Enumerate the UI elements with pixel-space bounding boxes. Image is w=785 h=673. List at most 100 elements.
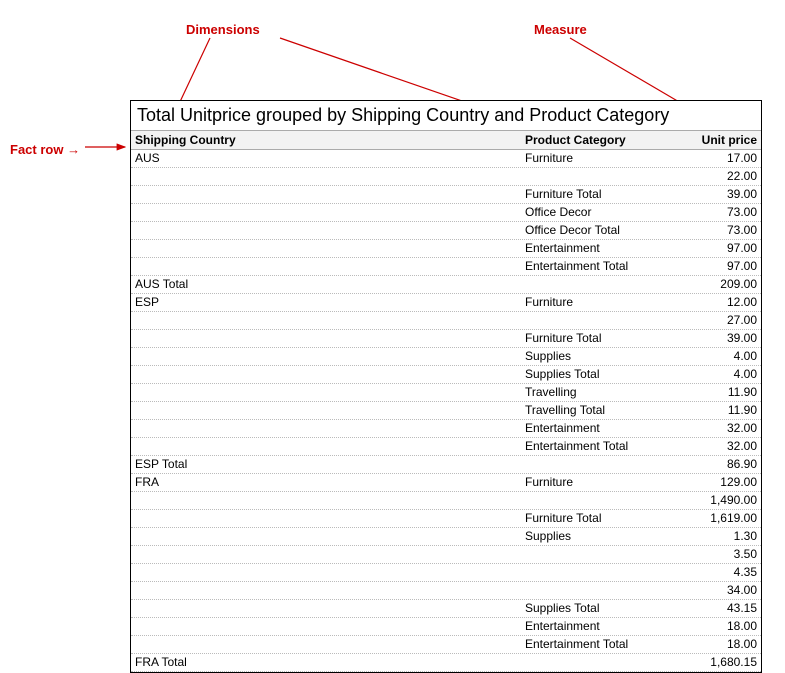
table-row: Travelling Total11.90 [131,402,761,420]
cell-price: 129.00 [671,474,761,491]
cell-country: FRA Total [131,654,521,671]
table-row: 3.50 [131,546,761,564]
cell-price: 209.00 [671,276,761,293]
cell-category: Office Decor [521,204,671,221]
header-unit-price: Unit price [671,131,761,149]
cell-price: 18.00 [671,618,761,635]
cell-country [131,204,521,221]
cell-country: ESP Total [131,456,521,473]
cell-country [131,546,521,563]
cell-price: 1,619.00 [671,510,761,527]
cell-country [131,330,521,347]
cell-category: Office Decor Total [521,222,671,239]
cell-country: AUS Total [131,276,521,293]
cell-price: 11.90 [671,384,761,401]
cell-price: 39.00 [671,330,761,347]
cell-category: Entertainment Total [521,636,671,653]
cell-category: Entertainment [521,240,671,257]
table-row: AUS Total 209.00 [131,276,761,294]
cell-country [131,600,521,617]
cell-category [521,168,671,185]
cell-country [131,348,521,365]
table-row: FRAFurniture129.00 [131,474,761,492]
cell-category: Supplies [521,348,671,365]
report-table: Total Unitprice grouped by Shipping Coun… [130,100,762,673]
table-row: Supplies1.30 [131,528,761,546]
cell-category [521,492,671,509]
cell-country: FRA [131,474,521,491]
cell-price: 18.00 [671,636,761,653]
table-row: Entertainment18.00 [131,618,761,636]
table-row: Supplies Total4.00 [131,366,761,384]
cell-category: Travelling Total [521,402,671,419]
fact-row-label: Fact row → [10,142,80,157]
table-row: ESPFurniture12.00 [131,294,761,312]
cell-category [521,276,671,293]
cell-country [131,492,521,509]
cell-category: Furniture [521,150,671,167]
cell-category: Furniture Total [521,510,671,527]
cell-category [521,582,671,599]
cell-price: 22.00 [671,168,761,185]
cell-price: 4.00 [671,348,761,365]
cell-price: 73.00 [671,222,761,239]
table-row: ESP Total 86.90 [131,456,761,474]
cell-country [131,312,521,329]
table-row: Furniture Total39.00 [131,186,761,204]
table-row: FRA Total 1,680.15 [131,654,761,672]
cell-price: 97.00 [671,240,761,257]
cell-category: Supplies [521,528,671,545]
cell-country [131,240,521,257]
cell-country [131,222,521,239]
table-row: 1,490.00 [131,492,761,510]
cell-price: 1,680.15 [671,654,761,671]
table-body: AUSFurniture17.0022.00Furniture Total39.… [131,150,761,672]
cell-price: 43.15 [671,600,761,617]
cell-category: Entertainment [521,618,671,635]
arrow-right-icon: → [67,142,80,157]
cell-price: 12.00 [671,294,761,311]
cell-category: Travelling [521,384,671,401]
cell-price: 97.00 [671,258,761,275]
cell-category [521,546,671,563]
header-shipping-country: Shipping Country [131,131,521,149]
cell-price: 4.35 [671,564,761,581]
cell-country [131,636,521,653]
cell-category: Supplies Total [521,366,671,383]
cell-country [131,186,521,203]
cell-category: Furniture Total [521,330,671,347]
table-row: Entertainment32.00 [131,420,761,438]
cell-price: 32.00 [671,420,761,437]
table-row: 34.00 [131,582,761,600]
cell-country [131,258,521,275]
cell-country [131,582,521,599]
cell-category: Furniture Total [521,186,671,203]
table-row: Entertainment Total18.00 [131,636,761,654]
cell-price: 34.00 [671,582,761,599]
table-row: Office Decor Total73.00 [131,222,761,240]
table-row: Supplies4.00 [131,348,761,366]
cell-country [131,510,521,527]
cell-category: Furniture [521,294,671,311]
cell-price: 86.90 [671,456,761,473]
cell-country: AUS [131,150,521,167]
cell-country [131,420,521,437]
cell-category [521,312,671,329]
cell-country [131,564,521,581]
header-product-category: Product Category [521,131,671,149]
table-row: Travelling11.90 [131,384,761,402]
table-row: 27.00 [131,312,761,330]
table-header-row: Shipping Country Product Category Unit p… [131,131,761,150]
dimensions-label: Dimensions [186,22,260,37]
cell-price: 3.50 [671,546,761,563]
table-row: Furniture Total39.00 [131,330,761,348]
cell-country [131,528,521,545]
table-row: AUSFurniture17.00 [131,150,761,168]
cell-category [521,456,671,473]
cell-category: Supplies Total [521,600,671,617]
table-row: Furniture Total1,619.00 [131,510,761,528]
table-row: 22.00 [131,168,761,186]
cell-price: 73.00 [671,204,761,221]
cell-category: Entertainment [521,420,671,437]
table-row: Entertainment97.00 [131,240,761,258]
